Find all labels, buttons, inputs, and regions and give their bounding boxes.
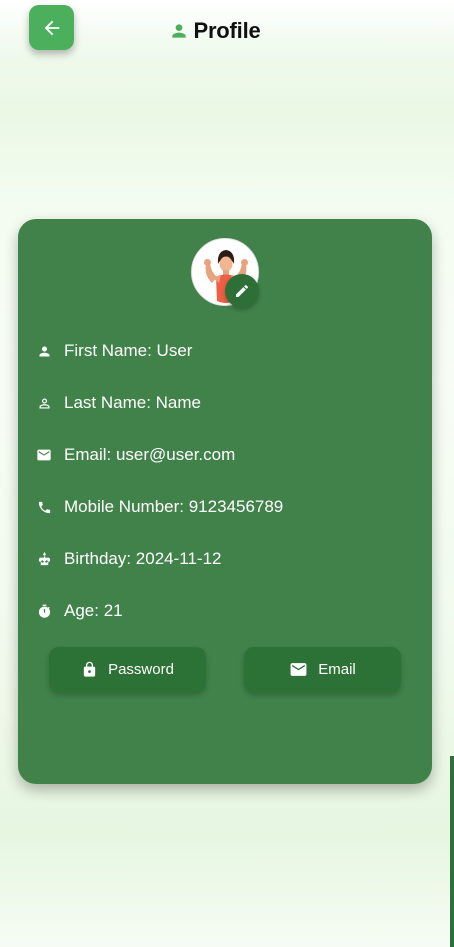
age-text: Age: 21 — [64, 601, 123, 620]
profile-card: First Name: User Last Name: Name Email: … — [18, 219, 432, 784]
mail-icon — [290, 663, 307, 676]
timer-icon — [36, 603, 52, 619]
first-name-text: First Name: User — [64, 341, 193, 360]
age-row: Age: 21 — [36, 599, 123, 623]
change-password-button[interactable]: Password — [49, 647, 206, 692]
person-outline-icon — [36, 395, 52, 411]
email-row: Email: user@user.com — [36, 443, 235, 467]
birthday-row: Birthday: 2024-11-12 — [36, 547, 222, 571]
page-title: Profile — [193, 18, 261, 43]
mail-icon — [36, 447, 52, 463]
mobile-row: Mobile Number: 9123456789 — [36, 495, 283, 519]
mobile-text: Mobile Number: 9123456789 — [64, 497, 284, 516]
page-header: Profile — [0, 18, 442, 44]
lock-icon — [83, 661, 96, 677]
cake-icon — [36, 551, 52, 567]
email-text: Email: user@user.com — [64, 445, 236, 464]
right-edge-bar — [450, 756, 454, 947]
last-name-text: Last Name: Name — [64, 393, 201, 412]
first-name-row: First Name: User — [36, 339, 192, 363]
edit-avatar-button[interactable] — [225, 274, 259, 308]
password-button-label: Password — [108, 661, 174, 678]
change-email-button[interactable]: Email — [244, 647, 401, 692]
pencil-icon — [236, 284, 249, 297]
birthday-text: Birthday: 2024-11-12 — [64, 549, 222, 568]
person-icon — [172, 24, 187, 38]
person-icon — [36, 343, 52, 359]
last-name-row: Last Name: Name — [36, 391, 201, 415]
phone-icon — [36, 499, 52, 515]
email-button-label: Email — [318, 661, 356, 678]
